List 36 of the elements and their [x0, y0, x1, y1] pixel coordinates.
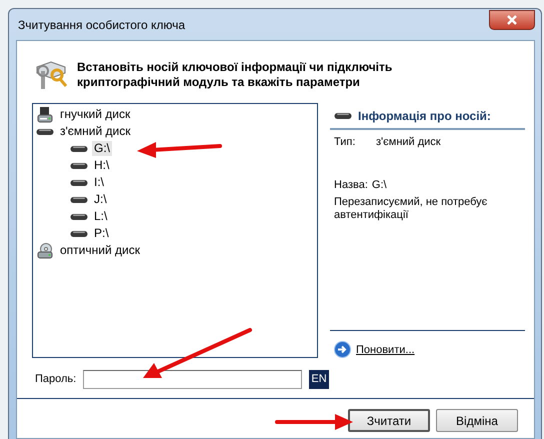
cancel-button[interactable]: Відміна [436, 409, 518, 432]
tree-item[interactable]: оптичний диск [58, 243, 142, 258]
password-field[interactable] [83, 370, 302, 388]
optical-drive-icon [37, 242, 53, 258]
refresh-icon[interactable] [334, 341, 351, 358]
password-label: Пароль: [35, 373, 78, 385]
drive-icon [70, 162, 88, 170]
tree-item[interactable]: P:\ [92, 226, 111, 241]
tree-item[interactable]: гнучкий диск [58, 107, 132, 122]
language-indicator: EN [309, 370, 329, 388]
tree-item[interactable]: L:\ [92, 209, 110, 224]
tree-item[interactable]: з'ємний диск [58, 124, 132, 139]
description-text: Перезаписуємий, не потребує автентифікації [334, 196, 488, 222]
name-label: Назва: [334, 179, 368, 192]
floppy-drive-icon [37, 106, 53, 122]
drive-icon [70, 212, 88, 220]
instruction-text: Встановіть носій ключової інформації чи підключіть криптографічний модуль та вкажіть параметри [77, 60, 394, 90]
close-button[interactable] [489, 10, 535, 30]
tree-item[interactable]: G:\ [92, 141, 112, 156]
drive-icon [334, 112, 352, 120]
drive-icon [36, 128, 54, 136]
type-value: з'ємний диск [376, 136, 441, 149]
tree-item[interactable]: I:\ [92, 175, 106, 190]
window-title: Зчитування особистого ключа [17, 18, 186, 32]
drive-icon [70, 144, 88, 152]
type-label: Тип: [334, 136, 356, 149]
drive-icon [70, 230, 88, 238]
read-button[interactable]: Зчитати [348, 409, 430, 432]
tree-item[interactable]: H:\ [92, 158, 112, 173]
refresh-link[interactable]: Поновити... [356, 344, 415, 356]
name-value: G:\ [372, 179, 387, 192]
drive-icon [70, 196, 88, 204]
close-icon [506, 14, 518, 24]
info-title: Інформація про носій: [358, 109, 491, 123]
tree-item[interactable]: J:\ [92, 192, 109, 207]
drive-icon [70, 178, 88, 186]
